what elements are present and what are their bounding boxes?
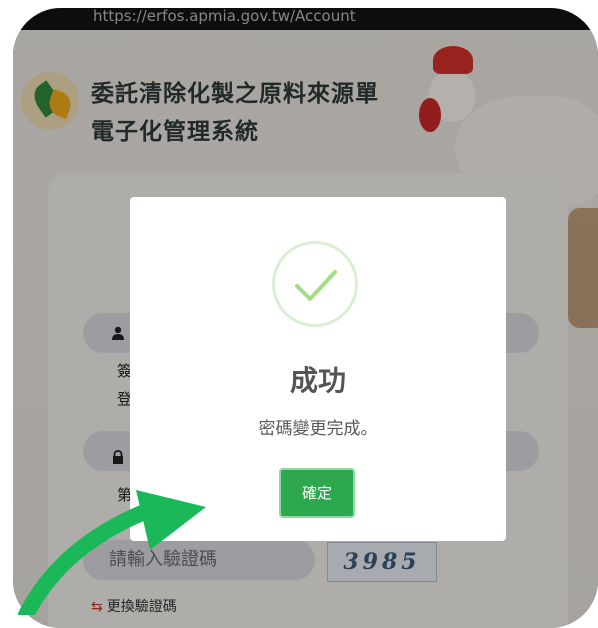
annotation-arrow-icon — [18, 490, 206, 615]
